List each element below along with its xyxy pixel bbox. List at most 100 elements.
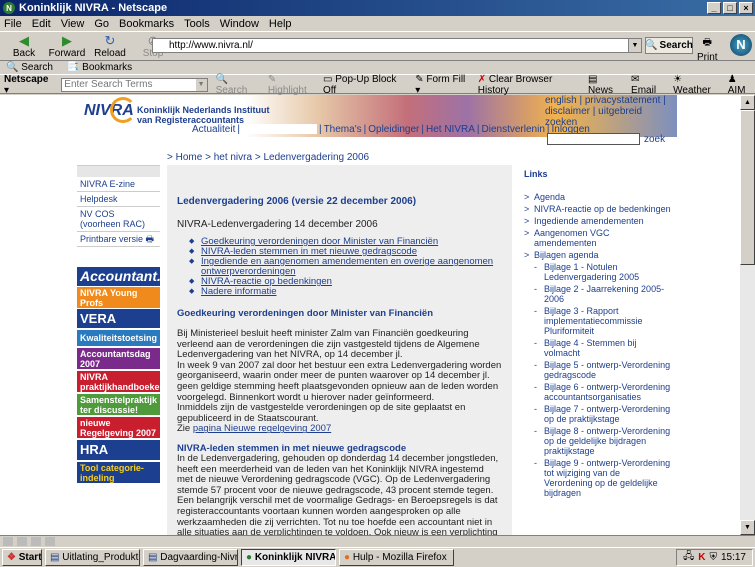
tray-network-icon[interactable]: 🖧 xyxy=(683,549,694,566)
anchor-list: Goedkeuring verordeningen door Minister … xyxy=(189,237,502,298)
email-label: Email xyxy=(631,84,657,96)
weather-label: Weather xyxy=(673,84,711,96)
close-button[interactable]: × xyxy=(739,2,753,14)
sidebar-sublink[interactable]: Bijlage 9 - ontwerp-Verordening tot wijz… xyxy=(524,458,671,498)
nav-actualiteit[interactable]: Actualiteit xyxy=(192,124,235,135)
nav-themas[interactable]: Thema's xyxy=(324,124,362,135)
nav-blank[interactable] xyxy=(241,124,317,134)
sidebar-link[interactable]: Aangenomen VGC amendementen xyxy=(524,228,671,248)
news-button[interactable]: ▤ News xyxy=(588,74,623,96)
nav-het-nivra[interactable]: Het NIVRA xyxy=(426,124,475,135)
menu-edit[interactable]: Edit xyxy=(32,18,51,30)
banner-regelgeving-2007[interactable]: nieuwe Regelgeving 2007 xyxy=(77,417,160,438)
sidebar-sublink[interactable]: Bijlage 4 - Stemmen bij volmacht xyxy=(524,338,671,358)
netscape-menu-button[interactable]: Netscape ▾ xyxy=(4,74,53,96)
anchor-link[interactable]: Ingediende en aangenomen amendementen en… xyxy=(189,257,502,277)
highlight-button[interactable]: ✎ Highlight xyxy=(268,74,315,96)
sidebar-link[interactable]: NIVRA-reactie op de bedenkingen xyxy=(524,204,671,214)
menu-file[interactable]: File xyxy=(4,18,22,30)
menu-view[interactable]: View xyxy=(61,18,85,30)
popup-block-label: Pop-Up Block Off xyxy=(323,73,397,96)
search-label: Search xyxy=(659,40,693,51)
tray-shield-icon[interactable]: ⛨ xyxy=(709,552,717,563)
start-button[interactable]: ❖ Start xyxy=(2,549,42,566)
taskbar-item[interactable]: ▤ Uitlating_Produktie... xyxy=(45,549,140,566)
sidebar-sublink[interactable]: Bijlage 7 - ontwerp-Verordening op de pr… xyxy=(524,404,671,424)
utility-links[interactable]: english | privacystatement | disclaimer … xyxy=(545,95,675,128)
reload-button[interactable]: ↻ Reload xyxy=(90,33,130,59)
top-navigation: Actualiteit | | Thema's | Opleidinger | Het… xyxy=(192,124,590,135)
menu-go[interactable]: Go xyxy=(94,18,109,30)
logo-ring-icon xyxy=(110,97,136,123)
form-fill-button[interactable]: ✎ Form Fill ▾ xyxy=(415,74,470,96)
toolbar-search-dropdown-icon[interactable]: ▼ xyxy=(195,78,207,91)
taskbar-item[interactable]: ● Hulp - Mozilla Firefox xyxy=(339,549,454,566)
banner-praktijkhandboeken[interactable]: NIVRA praktijkhandboeken xyxy=(77,371,165,392)
left-nav-ezine[interactable]: NIVRA E-zine xyxy=(77,177,160,192)
sidebar-link[interactable]: Agenda xyxy=(524,192,671,202)
banner-accountant[interactable]: Accountant.nl xyxy=(77,267,173,286)
scrollbar-thumb[interactable] xyxy=(740,110,755,265)
banner-young-profs[interactable]: NIVRA Young Profs xyxy=(77,287,160,308)
site-search-button[interactable]: zoek xyxy=(644,134,665,145)
scroll-down-icon[interactable]: ▼ xyxy=(740,520,755,535)
nav-dienstverlening[interactable]: Dienstverlenin xyxy=(482,124,545,135)
netscape-logo[interactable]: N xyxy=(730,34,752,56)
banner-tool-categorie[interactable]: Tool categorie-indeling xyxy=(77,462,160,483)
scroll-up-icon[interactable]: ▲ xyxy=(740,95,755,110)
personal-search-button[interactable]: 🔍 Search xyxy=(6,62,53,73)
toolbar-search-input[interactable]: Enter Search Terms ▼ xyxy=(61,77,208,92)
sidebar-sublink[interactable]: Bijlage 3 - Rapport implementatiecommiss… xyxy=(524,306,671,336)
site-search-input[interactable] xyxy=(547,133,640,145)
taskbar-item-active[interactable]: ● Koninklijk NIVRA... xyxy=(241,549,336,566)
toolbar-search-button[interactable]: 🔍 Search xyxy=(216,74,260,96)
forward-button[interactable]: ▶ Forward xyxy=(47,33,87,59)
menu-tools[interactable]: Tools xyxy=(184,18,210,30)
print-icon: 🖶 xyxy=(145,234,155,244)
left-nav-nv-cos[interactable]: NV COS (voorheen RAC) xyxy=(77,207,160,232)
back-button[interactable]: ◀ Back xyxy=(4,33,44,59)
url-dropdown-icon[interactable]: ▼ xyxy=(628,39,641,52)
nav-opleidingen[interactable]: Opleidinger xyxy=(368,124,419,135)
left-nav-helpdesk[interactable]: Helpdesk xyxy=(77,192,160,207)
taskbar-item[interactable]: ▤ Dagvaarding-Nivra... xyxy=(143,549,238,566)
maximize-button[interactable]: □ xyxy=(723,2,737,14)
bookmarks-button[interactable]: 📑 Bookmarks xyxy=(67,62,132,73)
sidebar-sublink[interactable]: Bijlage 1 - Notulen Ledenvergadering 200… xyxy=(524,262,671,282)
clear-history-button[interactable]: ✗ Clear Browser History xyxy=(478,74,580,96)
sidebar-link[interactable]: Bijlagen agenda xyxy=(524,250,671,260)
print-button[interactable]: 🖶 Print xyxy=(697,35,718,63)
nivra-logo[interactable]: NIVRA xyxy=(84,97,136,123)
banner-kwaliteitstoetsing[interactable]: Kwaliteitstoetsing xyxy=(77,330,160,346)
tray-k-icon[interactable]: K xyxy=(698,552,705,563)
url-input[interactable]: http://www.nivra.nl/ ▼ xyxy=(152,38,642,53)
email-button[interactable]: ✉ Email xyxy=(631,74,665,96)
left-nav-printbare-versie[interactable]: Printbare versie 🖶 xyxy=(77,232,160,247)
banner-accountantsdag[interactable]: Accountantsdag 2007 xyxy=(77,348,160,369)
banner-vera[interactable]: VERA xyxy=(77,309,160,328)
menu-help[interactable]: Help xyxy=(269,18,292,30)
sidebar-sublink[interactable]: Bijlage 8 - ontwerp-Verordening op de ge… xyxy=(524,426,671,456)
anchor-link[interactable]: Nadere informatie xyxy=(189,287,502,298)
minimize-button[interactable]: _ xyxy=(707,2,721,14)
forward-label: Forward xyxy=(48,47,86,59)
search-button[interactable]: 🔍 Search xyxy=(645,37,693,54)
aim-button[interactable]: ♟ AIM xyxy=(728,74,755,96)
section-heading: Goedkeuring verordeningen door Minister … xyxy=(177,308,434,319)
nieuwe-regelgeving-link[interactable]: pagina Nieuwe regelgeving 2007 xyxy=(193,423,331,435)
menu-bookmarks[interactable]: Bookmarks xyxy=(119,18,174,30)
vertical-scrollbar[interactable]: ▲ ▼ xyxy=(740,95,755,535)
menu-window[interactable]: Window xyxy=(220,18,259,30)
printbare-versie-label: Printbare versie xyxy=(80,234,144,244)
banner-hra[interactable]: HRA xyxy=(77,440,160,460)
sidebar-sublink[interactable]: Bijlage 5 - ontwerp-Verordening gedragsc… xyxy=(524,360,671,380)
banner-samenstelpraktijk[interactable]: Samenstelpraktijk ter discussie! xyxy=(77,394,160,415)
sidebar-sublink[interactable]: Bijlage 2 - Jaarrekening 2005-2006 xyxy=(524,284,671,304)
sidebar-link[interactable]: Ingediende amendementen xyxy=(524,216,671,226)
paragraph: In week 9 van 2007 zal door het bestuur … xyxy=(177,359,502,403)
breadcrumb[interactable]: > Home > het nivra > Ledenvergadering 20… xyxy=(167,152,369,163)
sidebar-sublink[interactable]: Bijlage 6 - ontwerp-Verordening accounta… xyxy=(524,382,671,402)
weather-button[interactable]: ☀ Weather xyxy=(673,74,720,96)
netscape-taskbar-icon: ● xyxy=(246,552,253,563)
popup-block-button[interactable]: ▭ Pop-Up Block Off xyxy=(323,74,407,96)
